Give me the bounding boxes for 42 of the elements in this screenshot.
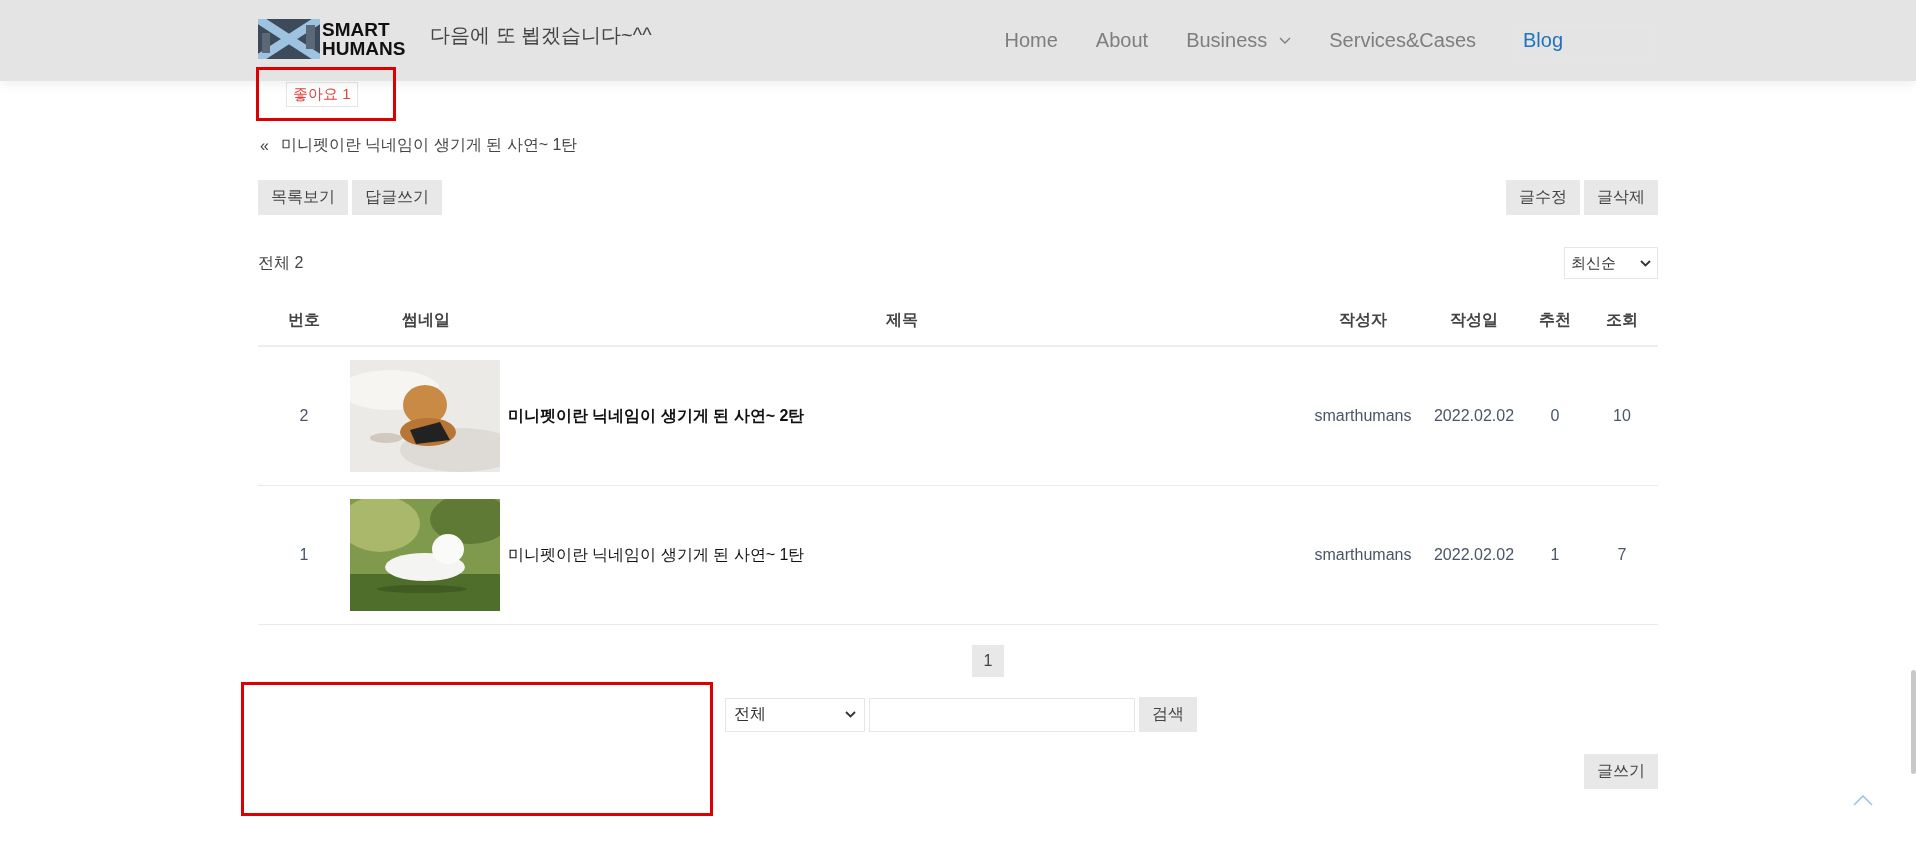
table-cell-text: smarthumans: [1313, 407, 1413, 425]
table-cell-text: smarthumans: [1313, 546, 1413, 564]
table-cell-text: 2: [298, 407, 310, 425]
column-header: 제목: [885, 309, 919, 330]
search-field[interactable]: [869, 697, 1135, 732]
logo-text: SMART: [322, 19, 391, 39]
previous-marker: «: [260, 136, 269, 155]
chevron-icon: [845, 711, 856, 718]
chevron-icon: [1640, 259, 1651, 267]
table-cell-text: 10: [1612, 407, 1632, 425]
column-header: 작성자: [1338, 309, 1388, 330]
post-title-link[interactable]: 미니펫이란 닉네임이 생기게 된 사연~ 2탄: [508, 405, 805, 427]
previous-post-link[interactable]: 미니펫이란 닉네임이 생기게 된 사연~ 1탄: [280, 135, 578, 156]
logo-text: HUMANS: [322, 38, 406, 58]
search-button[interactable]: 검색: [1139, 697, 1197, 732]
search-scope-dropdown[interactable]: 전체: [725, 697, 865, 732]
chevron-icon: [1279, 37, 1292, 44]
action-button[interactable]: 답글쓰기: [352, 180, 442, 215]
like-button[interactable]: 좋아요 1: [286, 82, 358, 107]
post-title-link[interactable]: 미니펫이란 닉네임이 생기게 된 사연~ 1탄: [508, 544, 805, 566]
table-cell-text: 1: [1549, 546, 1561, 564]
action-button[interactable]: 목록보기: [258, 180, 348, 215]
scroll-up-icon[interactable]: [1853, 794, 1873, 806]
action-button[interactable]: 글수정: [1506, 180, 1580, 215]
total-count: 전체 2: [258, 252, 304, 273]
closing-text: 다음에 또 뵙겠습니다~^^: [430, 23, 652, 48]
logo-icon: [258, 18, 320, 59]
sort-dropdown[interactable]: 최신순: [1564, 247, 1658, 279]
column-header: 작성일: [1449, 309, 1499, 330]
action-button[interactable]: 글삭제: [1584, 180, 1658, 215]
write-button[interactable]: 글쓰기: [1584, 754, 1658, 789]
column-header: 조회: [1605, 309, 1639, 330]
table-cell-text: 7: [1616, 546, 1628, 564]
table-cell-text: 2022.02.02: [1432, 407, 1516, 425]
column-header: 추천: [1538, 309, 1572, 330]
scrollbar-thumb[interactable]: [1911, 670, 1916, 774]
table-cell-text: 2022.02.02: [1432, 546, 1516, 564]
column-header: 썸네일: [401, 309, 451, 330]
column-header: 번호: [287, 309, 321, 330]
table-cell-text: 1: [298, 546, 310, 564]
table-cell-text: 0: [1549, 407, 1561, 425]
page-button[interactable]: 1: [971, 645, 1005, 677]
